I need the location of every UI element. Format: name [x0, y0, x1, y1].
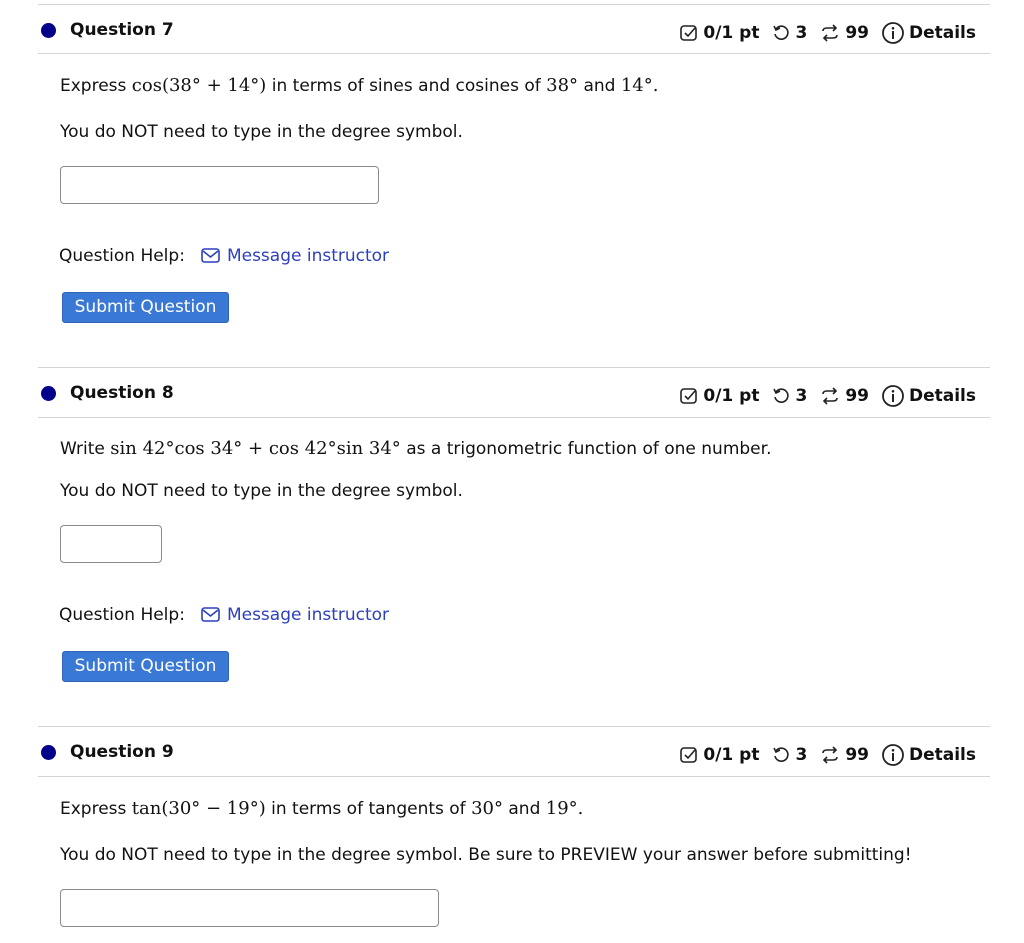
question-8-header: Question 8 0/1 pt 3 99 Details	[38, 367, 990, 417]
degree-note: You do NOT need to type in the degree sy…	[60, 845, 912, 865]
retries-value: 3	[795, 23, 808, 43]
question-7-header: Question 7 0/1 pt 3 99 Details	[38, 4, 990, 54]
question-9-header: Question 9 0/1 pt 3 99 Details	[38, 726, 990, 776]
math-expression: sin 42°cos 34° + cos 42°sin 34°	[110, 438, 401, 459]
divider	[38, 776, 990, 777]
degree-note: You do NOT need to type in the degree sy…	[60, 122, 463, 142]
answer-input[interactable]	[60, 889, 439, 927]
info-icon[interactable]	[881, 384, 905, 408]
question-meta: 0/1 pt 3 99 Details	[679, 21, 976, 45]
question-title: Question 9	[70, 742, 174, 762]
answer-input[interactable]	[60, 525, 162, 563]
details-link[interactable]: Details	[909, 386, 976, 406]
divider	[38, 53, 990, 54]
checkbox-score-icon	[679, 23, 699, 43]
attempts-icon	[819, 386, 841, 406]
help-label: Question Help:	[59, 246, 185, 266]
retry-icon	[771, 745, 791, 765]
details-link[interactable]: Details	[909, 23, 976, 43]
points-value: 0/1 pt	[703, 386, 760, 406]
math-expression: 19°	[545, 798, 578, 819]
info-icon[interactable]	[881, 21, 905, 45]
help-label: Question Help:	[59, 605, 185, 625]
info-icon[interactable]	[881, 743, 905, 767]
attempts-value: 99	[845, 745, 869, 765]
question-help: Question Help: Message instructor	[59, 605, 389, 625]
answer-input[interactable]	[60, 166, 379, 204]
math-expression: 38°	[546, 75, 579, 96]
question-meta: 0/1 pt 3 99 Details	[679, 384, 976, 408]
attempts-value: 99	[845, 23, 869, 43]
retries-value: 3	[795, 386, 808, 406]
divider	[38, 417, 990, 418]
math-expression: 14°	[620, 75, 653, 96]
math-expression: tan(30° − 19°)	[131, 798, 266, 819]
attempts-icon	[819, 23, 841, 43]
status-dot-icon	[41, 23, 56, 38]
retry-icon	[771, 386, 791, 406]
message-instructor-link[interactable]: Message instructor	[227, 605, 389, 625]
status-dot-icon	[41, 745, 56, 760]
question-meta: 0/1 pt 3 99 Details	[679, 743, 976, 767]
points-value: 0/1 pt	[703, 745, 760, 765]
details-link[interactable]: Details	[909, 745, 976, 765]
submit-question-button[interactable]: Submit Question	[62, 651, 229, 682]
retries-value: 3	[795, 745, 808, 765]
question-title: Question 8	[70, 383, 174, 403]
math-expression: 30°	[471, 798, 503, 819]
checkbox-score-icon	[679, 745, 699, 765]
retry-icon	[771, 23, 791, 43]
question-prompt: Write sin 42°cos 34° + cos 42°sin 34° as…	[60, 438, 772, 459]
points-value: 0/1 pt	[703, 23, 760, 43]
status-dot-icon	[41, 386, 56, 401]
submit-question-button[interactable]: Submit Question	[62, 292, 229, 323]
attempts-icon	[819, 745, 841, 765]
degree-note: You do NOT need to type in the degree sy…	[60, 481, 463, 501]
message-instructor-link[interactable]: Message instructor	[227, 246, 389, 266]
math-expression: cos(38° + 14°)	[131, 75, 267, 96]
question-help: Question Help: Message instructor	[59, 246, 389, 266]
question-title: Question 7	[70, 20, 174, 40]
question-prompt: Express cos(38° + 14°) in terms of sines…	[60, 75, 659, 96]
attempts-value: 99	[845, 386, 869, 406]
mail-icon[interactable]	[201, 248, 221, 264]
question-prompt: Express tan(30° − 19°) in terms of tange…	[60, 798, 584, 819]
mail-icon[interactable]	[201, 607, 221, 623]
checkbox-score-icon	[679, 386, 699, 406]
